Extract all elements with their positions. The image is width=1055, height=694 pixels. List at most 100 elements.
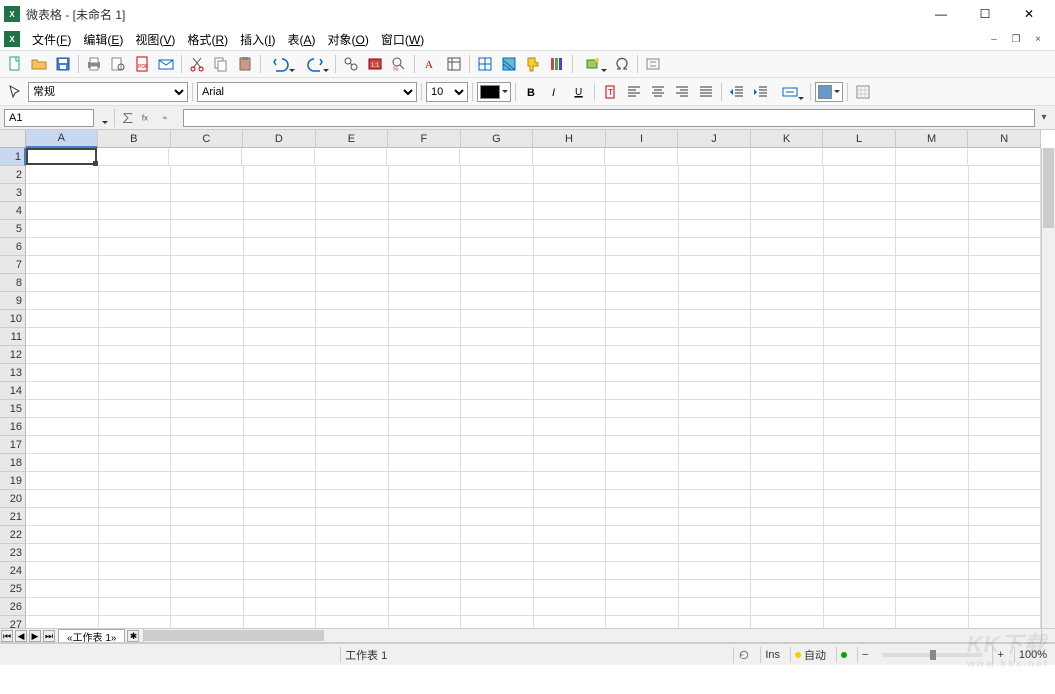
cell-M8[interactable] [896, 274, 969, 292]
function-wizard-button[interactable]: fx [139, 109, 157, 127]
cell-C5[interactable] [171, 220, 244, 238]
row-header-3[interactable]: 3 [0, 184, 26, 202]
cell-E14[interactable] [316, 382, 389, 400]
cell-F20[interactable] [389, 490, 462, 508]
sheet-next-button[interactable]: ▶ [29, 630, 41, 642]
cell-H4[interactable] [534, 202, 607, 220]
cell-C14[interactable] [171, 382, 244, 400]
close-button[interactable]: ✕ [1007, 0, 1051, 28]
cell-I23[interactable] [606, 544, 679, 562]
cell-G16[interactable] [461, 418, 534, 436]
cell-A16[interactable] [26, 418, 99, 436]
cell-G9[interactable] [461, 292, 534, 310]
cell-F10[interactable] [389, 310, 462, 328]
cell-F16[interactable] [389, 418, 462, 436]
undo-button[interactable] [265, 53, 297, 75]
cell-L11[interactable] [824, 328, 897, 346]
cell-C25[interactable] [171, 580, 244, 598]
cell-M20[interactable] [896, 490, 969, 508]
cell-F6[interactable] [389, 238, 462, 256]
row-header-21[interactable]: 21 [0, 508, 26, 526]
cell-L2[interactable] [824, 166, 897, 184]
paste-button[interactable] [234, 53, 256, 75]
cell-C1[interactable] [169, 148, 242, 166]
minimize-button[interactable]: — [919, 0, 963, 28]
cell-E8[interactable] [316, 274, 389, 292]
cell-M25[interactable] [896, 580, 969, 598]
cell-H12[interactable] [534, 346, 607, 364]
redo-button[interactable] [299, 53, 331, 75]
cell-N22[interactable] [969, 526, 1042, 544]
cell-J25[interactable] [679, 580, 752, 598]
cell-N5[interactable] [969, 220, 1042, 238]
fill-color-button[interactable] [815, 82, 843, 102]
zoom-percent-button[interactable]: % [388, 53, 410, 75]
cell-G4[interactable] [461, 202, 534, 220]
insert-symbol-button[interactable] [611, 53, 633, 75]
cell-E21[interactable] [316, 508, 389, 526]
cell-C17[interactable] [171, 436, 244, 454]
cell-F1[interactable] [387, 148, 460, 166]
cell-F22[interactable] [389, 526, 462, 544]
cell-C4[interactable] [171, 202, 244, 220]
toggle-grid-button[interactable] [852, 81, 874, 103]
row-header-5[interactable]: 5 [0, 220, 26, 238]
cell-C16[interactable] [171, 418, 244, 436]
menu-table[interactable]: 表(A) [281, 29, 321, 50]
cell-E4[interactable] [316, 202, 389, 220]
menu-view[interactable]: 视图(V) [129, 29, 181, 50]
sheet-first-button[interactable]: ⏮ [1, 630, 13, 642]
cell-D14[interactable] [244, 382, 317, 400]
cell-K9[interactable] [751, 292, 824, 310]
cell-D24[interactable] [244, 562, 317, 580]
cell-J14[interactable] [679, 382, 752, 400]
cell-G17[interactable] [461, 436, 534, 454]
row-header-18[interactable]: 18 [0, 454, 26, 472]
cell-K5[interactable] [751, 220, 824, 238]
open-button[interactable] [28, 53, 50, 75]
borders-button[interactable] [474, 53, 496, 75]
cell-A26[interactable] [26, 598, 99, 616]
send-mail-button[interactable] [155, 53, 177, 75]
cell-H26[interactable] [534, 598, 607, 616]
cell-K2[interactable] [751, 166, 824, 184]
cell-J6[interactable] [679, 238, 752, 256]
row-header-13[interactable]: 13 [0, 364, 26, 382]
cell-J26[interactable] [679, 598, 752, 616]
cell-I12[interactable] [606, 346, 679, 364]
cell-I14[interactable] [606, 382, 679, 400]
cell-F27[interactable] [389, 616, 462, 628]
cell-L13[interactable] [824, 364, 897, 382]
row-header-11[interactable]: 11 [0, 328, 26, 346]
cell-B4[interactable] [99, 202, 172, 220]
cell-C8[interactable] [171, 274, 244, 292]
cell-N20[interactable] [969, 490, 1042, 508]
cell-F4[interactable] [389, 202, 462, 220]
cell-E23[interactable] [316, 544, 389, 562]
cell-L17[interactable] [824, 436, 897, 454]
cell-A10[interactable] [26, 310, 99, 328]
cell-D23[interactable] [244, 544, 317, 562]
cell-A12[interactable] [26, 346, 99, 364]
cell-K17[interactable] [751, 436, 824, 454]
cell-C3[interactable] [171, 184, 244, 202]
cell-M27[interactable] [896, 616, 969, 628]
zoom-slider[interactable] [882, 653, 982, 657]
cell-A1[interactable] [26, 148, 97, 165]
insert-object-button[interactable] [577, 53, 609, 75]
find-replace-button[interactable] [340, 53, 362, 75]
cell-M24[interactable] [896, 562, 969, 580]
cell-J16[interactable] [679, 418, 752, 436]
cell-G11[interactable] [461, 328, 534, 346]
cell-G26[interactable] [461, 598, 534, 616]
cell-I13[interactable] [606, 364, 679, 382]
cell-E3[interactable] [316, 184, 389, 202]
cell-B3[interactable] [99, 184, 172, 202]
cell-G24[interactable] [461, 562, 534, 580]
cell-E12[interactable] [316, 346, 389, 364]
cell-G18[interactable] [461, 454, 534, 472]
cell-L25[interactable] [824, 580, 897, 598]
cell-I5[interactable] [606, 220, 679, 238]
vertical-scrollbar[interactable] [1041, 148, 1055, 628]
cell-F18[interactable] [389, 454, 462, 472]
